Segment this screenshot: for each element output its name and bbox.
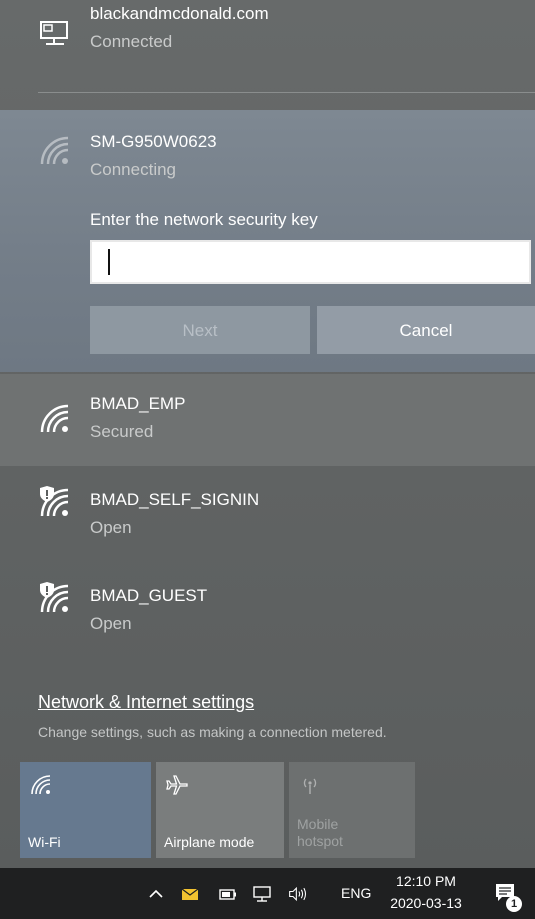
tile-label: Mobile hotspot — [297, 816, 343, 850]
network-name: blackandmcdonald.com — [90, 4, 269, 23]
wifi-icon — [40, 136, 69, 165]
wifi-icon — [40, 404, 69, 433]
network-name: SM-G950W0623 — [90, 132, 217, 151]
next-button[interactable]: Next — [90, 306, 310, 354]
ethernet-icon[interactable] — [252, 884, 272, 904]
tile-label: Airplane mode — [164, 834, 255, 850]
network-settings-link[interactable]: Network & Internet settings — [38, 692, 254, 713]
tile-label-line: Mobile — [297, 816, 339, 832]
volume-icon[interactable] — [288, 884, 308, 904]
network-settings-description: Change settings, such as making a connec… — [38, 724, 387, 740]
network-item-bmad-self-signin[interactable]: BMAD_SELF_SIGNIN Open — [0, 476, 535, 568]
wifi-icon — [31, 775, 51, 795]
network-status: Connected — [90, 32, 173, 51]
tile-label: Wi-Fi — [28, 834, 61, 850]
mail-icon[interactable] — [180, 884, 200, 904]
network-status: Connecting — [90, 160, 177, 179]
security-key-input[interactable] — [90, 240, 531, 284]
taskbar: ENG 12:10 PM 2020-03-13 1 — [0, 868, 535, 919]
network-flyout: blackandmcdonald.com Connected SM-G950W0… — [0, 0, 535, 868]
wifi-open-shield-icon — [40, 582, 69, 613]
network-name: BMAD_EMP — [90, 394, 186, 413]
hotspot-icon — [303, 778, 317, 794]
divider — [38, 92, 535, 93]
network-status: Open — [90, 614, 132, 633]
input-language[interactable]: ENG — [341, 885, 371, 901]
security-key-label: Enter the network security key — [90, 210, 318, 229]
notification-badge: 1 — [506, 896, 522, 912]
network-name: BMAD_GUEST — [90, 586, 208, 605]
wifi-toggle-tile[interactable]: Wi-Fi — [20, 762, 151, 858]
battery-icon[interactable] — [218, 884, 238, 904]
airplane-icon — [166, 775, 188, 795]
wifi-open-shield-icon — [40, 486, 69, 517]
chevron-up-icon[interactable] — [146, 884, 166, 904]
clock-time[interactable]: 12:10 PM — [383, 873, 469, 889]
mobile-hotspot-tile[interactable]: Mobile hotspot — [289, 762, 415, 858]
network-name: BMAD_SELF_SIGNIN — [90, 490, 260, 509]
tile-label-line: hotspot — [297, 833, 343, 849]
text-caret — [108, 249, 110, 275]
network-item-bmad-emp[interactable]: BMAD_EMP Secured — [0, 374, 535, 466]
network-status: Open — [90, 518, 132, 537]
airplane-mode-tile[interactable]: Airplane mode — [156, 762, 284, 858]
network-item-connected[interactable]: blackandmcdonald.com Connected — [0, 0, 535, 88]
network-status: Secured — [90, 422, 154, 441]
cancel-button[interactable]: Cancel — [317, 306, 535, 354]
clock-date[interactable]: 2020-03-13 — [380, 895, 472, 911]
network-item-bmad-guest[interactable]: BMAD_GUEST Open — [0, 572, 535, 664]
ethernet-icon — [40, 21, 68, 45]
